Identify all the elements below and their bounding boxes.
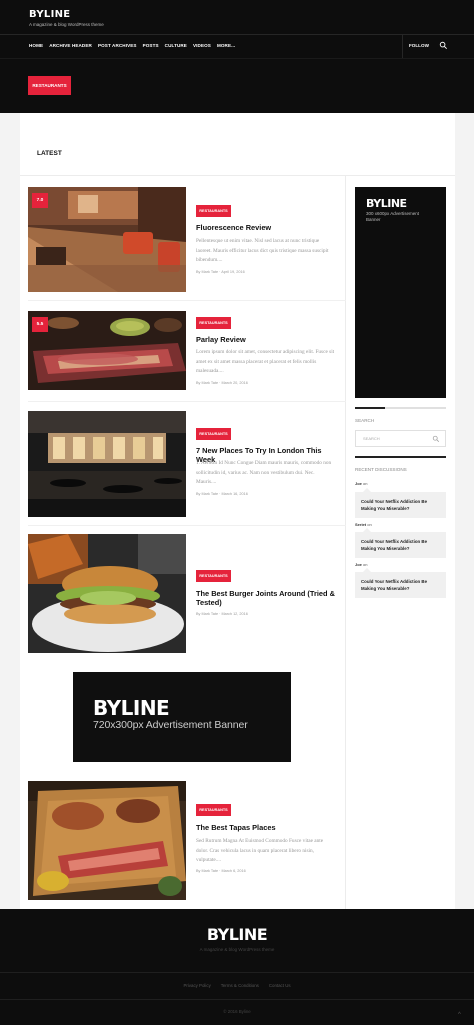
post-category[interactable]: RESTAURANTS [196,205,231,217]
brand-title: BYLINE [29,9,71,20]
post-date: March 6, 2016 [221,869,246,873]
footer-link-terms[interactable]: Terms & Conditions [221,983,259,988]
post-excerpt: Pellentesque ut enim vitae. Nisl sed lac… [196,238,329,263]
discussion-title: Could Your Netflix Addiction Be Making Y… [361,579,428,591]
nav-divider-bottom [0,58,474,59]
post-thumbnail[interactable] [28,311,186,390]
post-author[interactable]: By Mark Tate [196,492,218,496]
ad-banner-title: BYLINE [93,696,170,720]
discussion-title: Could Your Netflix Addiction Be Making Y… [361,539,428,551]
post-meta: By Mark Tate · March 6, 2016 [196,869,246,873]
post-date: April 19, 2016 [221,270,245,274]
post-date: March 20, 2016 [221,381,248,385]
post-separator [28,525,346,526]
recent-discussions-heading: RECENT DISCUSSIONS [355,467,407,472]
footer-divider [0,999,474,1000]
discussion-author: Joe on [355,481,367,486]
post-date: March 16, 2016 [221,492,248,496]
post-title[interactable]: Parlay Review [196,335,338,344]
post-thumbnail[interactable] [28,411,186,517]
search-input[interactable]: SEARCH [355,430,446,447]
nav-posts[interactable]: POSTS [143,43,159,48]
footer-divider [0,972,474,973]
post-author[interactable]: By Mark Tate [196,612,218,616]
post-meta: By Mark Tate · March 16, 2016 [196,492,248,496]
post-thumbnail[interactable] [28,187,186,292]
sidebar-ad[interactable]: BYLINE 300 x600px Advertisement Banner [355,187,446,398]
post-title[interactable]: The Best Burger Joints Around (Tried & T… [196,589,338,607]
post-title[interactable]: The Best Tapas Places [196,823,338,832]
search-heading: SEARCH [355,418,375,423]
post-thumbnail[interactable] [28,534,186,653]
discussion-author-name[interactable]: Seriet [355,522,366,527]
footer-logo[interactable]: BYLINE [0,925,474,944]
discussion-on: on [363,481,368,486]
nav-archive-header[interactable]: ARCHIVE HEADER [49,43,92,48]
nav-post-archives[interactable]: POST ARCHIVES [98,43,137,48]
brand-tagline: A magazine & blog WordPress theme [29,22,104,27]
category-badge[interactable]: RESTAURANTS [28,76,71,95]
ad-banner-subtitle: 720x300px Advertisement Banner [93,719,248,731]
discussion-item[interactable]: Could Your Netflix Addiction Be Making Y… [355,568,446,598]
section-title: LATEST [37,150,62,157]
nav-videos[interactable]: VIDEOS [193,43,211,48]
discussion-author: Seriet on [355,522,372,527]
post-excerpt: 1. Aenean Id Nunc Congue Diam mauris mau… [196,460,332,485]
sidebar-divider [345,176,346,909]
nav-home[interactable]: HOME [29,43,43,48]
post-excerpt: Lorem ipsum dolor sit amet, consectetur … [196,349,335,374]
discussion-on: on [363,562,368,567]
post-category[interactable]: RESTAURANTS [196,317,231,329]
sidebar-rule-accent [355,456,446,458]
post-category[interactable]: RESTAURANTS [196,804,231,816]
footer-tagline: A magazine & blog WordPress theme [199,947,275,952]
post-separator [28,401,346,402]
discussion-on: on [367,522,372,527]
ad-banner[interactable]: BYLINE 720x300px Advertisement Banner [73,672,291,762]
post-author[interactable]: By Mark Tate [196,869,218,873]
back-to-top-icon[interactable]: ^ [458,1012,461,1018]
content-container: LATEST 7.0 RESTAURANTS Fluorescence Revi… [20,113,455,909]
nav-more[interactable]: MORE... [217,43,235,48]
latest-header: LATEST [20,113,455,176]
discussion-title: Could Your Netflix Addiction Be Making Y… [361,499,428,511]
review-score: 5.5 [32,317,48,332]
site-logo[interactable]: BYLINE A magazine & blog WordPress theme [29,9,104,27]
post-category[interactable]: RESTAURANTS [196,428,231,440]
footer-links: Privacy Policy Terms & Conditions Contac… [0,983,474,988]
post-thumbnail[interactable] [28,781,186,900]
nav-vertical-divider [402,34,403,58]
discussion-item[interactable]: Could Your Netflix Addiction Be Making Y… [355,528,446,558]
post-separator [28,300,346,301]
sidebar-ad-subtitle: 300 x600px Advertisement Banner [366,211,420,222]
post-author[interactable]: By Mark Tate [196,381,218,385]
footer-link-contact[interactable]: Contact Us [269,983,291,988]
discussion-author-name[interactable]: Joe [355,562,362,567]
sidebar-ad-title: BYLINE [366,197,407,210]
footer-copyright: © 2016 Byline [223,1009,251,1014]
search-icon[interactable] [439,41,448,50]
sidebar-rule-accent [355,407,385,409]
post-meta: By Mark Tate · March 20, 2016 [196,381,248,385]
review-score: 7.0 [32,193,48,208]
site-footer: BYLINE A magazine & blog WordPress theme… [0,909,474,1025]
post-meta: By Mark Tate · April 19, 2016 [196,270,245,274]
search-placeholder: SEARCH [363,436,380,441]
footer-link-privacy[interactable]: Privacy Policy [183,983,210,988]
follow-button[interactable]: FOLLOW [409,43,429,48]
post-date: March 12, 2016 [221,612,248,616]
site-header: BYLINE A magazine & blog WordPress theme… [0,0,474,113]
post-excerpt: Sed Rutrum Magna At Euismod Commodo Fusc… [196,838,324,863]
discussion-author: Joe on [355,562,367,567]
discussion-item[interactable]: Could Your Netflix Addiction Be Making Y… [355,488,446,518]
post-category[interactable]: RESTAURANTS [196,570,231,582]
nav-culture[interactable]: CULTURE [165,43,187,48]
post-title[interactable]: Fluorescence Review [196,223,338,232]
search-icon[interactable] [432,435,440,443]
main-nav: HOME ARCHIVE HEADER POST ARCHIVES POSTS … [29,43,235,48]
post-author[interactable]: By Mark Tate [196,270,218,274]
discussion-author-name[interactable]: Joe [355,481,362,486]
post-meta: By Mark Tate · March 12, 2016 [196,612,248,616]
